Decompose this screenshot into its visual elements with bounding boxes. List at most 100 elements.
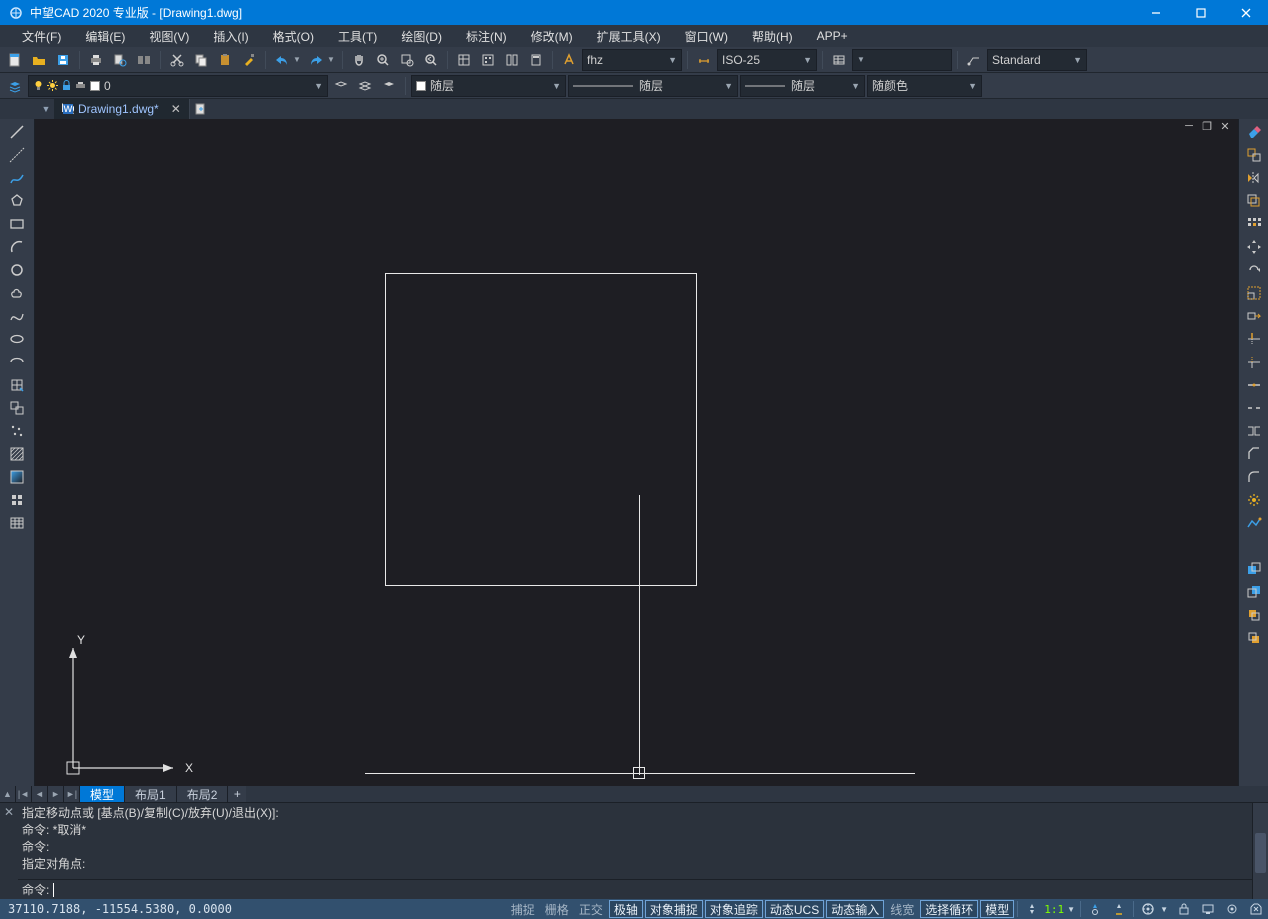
insert-block-tool[interactable]: [5, 374, 29, 396]
canvas-close-button[interactable]: ✕: [1218, 119, 1232, 133]
ellipse-tool[interactable]: [5, 328, 29, 350]
layout-tab-model[interactable]: 模型: [80, 786, 125, 802]
mirror-tool[interactable]: [1242, 167, 1266, 189]
isolate-objects-icon[interactable]: [1220, 900, 1244, 918]
print-preview-button[interactable]: [109, 49, 131, 71]
command-history[interactable]: 指定移动点或 [基点(B)/复制(C)/放弃(U)/退出(X)]: 命令: *取…: [18, 803, 1252, 879]
copy-tool[interactable]: [1242, 144, 1266, 166]
zoom-realtime-button[interactable]: [372, 49, 394, 71]
polygon-tool[interactable]: [5, 190, 29, 212]
layer-isolate-button[interactable]: [378, 75, 400, 97]
command-input[interactable]: 命令:: [18, 879, 1252, 899]
new-document-tab-button[interactable]: [190, 99, 212, 119]
extend-tool[interactable]: [1242, 351, 1266, 373]
zoom-previous-button[interactable]: [420, 49, 442, 71]
color-dropdown[interactable]: 随层▼: [411, 75, 566, 97]
document-tab-active[interactable]: dwg Drawing1.dwg* ✕: [54, 99, 190, 119]
status-toggle-线宽[interactable]: 线宽: [886, 900, 918, 918]
multileader-style-dropdown[interactable]: Standard▼: [987, 49, 1087, 71]
layer-manager-button[interactable]: [4, 75, 26, 97]
status-toggle-对象捕捉[interactable]: 对象捕捉: [645, 900, 703, 918]
new-file-button[interactable]: [4, 49, 26, 71]
save-button[interactable]: [52, 49, 74, 71]
table-style-dropdown[interactable]: ▼: [852, 49, 952, 71]
layout-nav-up-icon[interactable]: ▲: [0, 786, 16, 802]
status-toggle-动态UCS[interactable]: 动态UCS: [765, 900, 824, 918]
menu-tools[interactable]: 工具(T): [326, 26, 389, 47]
arc-tool[interactable]: [5, 236, 29, 258]
menu-appplus[interactable]: APP+: [805, 27, 860, 45]
offset-tool[interactable]: [1242, 190, 1266, 212]
region-tool[interactable]: [5, 489, 29, 511]
revision-cloud-tool[interactable]: [5, 282, 29, 304]
layout-nav-last-icon[interactable]: ►|: [64, 786, 80, 802]
layout-tab-layout2[interactable]: 布局2: [177, 786, 229, 802]
rectangle-tool[interactable]: [5, 213, 29, 235]
annotation-visibility-icon[interactable]: [1083, 900, 1107, 918]
hatch-tool[interactable]: [5, 443, 29, 465]
scrollbar-thumb[interactable]: [1255, 833, 1266, 873]
workspace-dropdown-arrow-icon[interactable]: ▼: [1160, 905, 1168, 914]
table-style-icon[interactable]: [828, 49, 850, 71]
menu-modify[interactable]: 修改(M): [519, 26, 585, 47]
rotate-tool[interactable]: [1242, 259, 1266, 281]
construction-line-tool[interactable]: [5, 144, 29, 166]
text-style-icon[interactable]: [558, 49, 580, 71]
coordinates-readout[interactable]: 37110.7188, -11554.5380, 0.0000: [0, 902, 240, 916]
array-tool[interactable]: [1242, 213, 1266, 235]
status-toggle-栅格[interactable]: 栅格: [541, 900, 573, 918]
draw-order-above-tool[interactable]: [1242, 604, 1266, 626]
tool-palettes-button[interactable]: [501, 49, 523, 71]
line-tool[interactable]: [5, 121, 29, 143]
status-toggle-选择循环[interactable]: 选择循环: [920, 900, 978, 918]
scale-tool[interactable]: [1242, 282, 1266, 304]
explode-tool[interactable]: [1242, 489, 1266, 511]
clean-screen-icon[interactable]: [1244, 900, 1268, 918]
status-toggle-捕捉[interactable]: 捕捉: [507, 900, 539, 918]
annotation-autoscale-icon[interactable]: [1107, 900, 1131, 918]
pan-button[interactable]: [348, 49, 370, 71]
doc-tab-marker-icon[interactable]: ▼: [40, 99, 52, 119]
fillet-tool[interactable]: [1242, 466, 1266, 488]
menu-file[interactable]: 文件(F): [10, 26, 73, 47]
layout-nav-prev-icon[interactable]: ◄: [32, 786, 48, 802]
canvas-minimize-button[interactable]: ─: [1182, 119, 1196, 133]
maximize-button[interactable]: [1178, 0, 1223, 25]
point-tool[interactable]: [5, 420, 29, 442]
layout-tab-layout1[interactable]: 布局1: [125, 786, 177, 802]
break-tool[interactable]: [1242, 397, 1266, 419]
layer-state-button[interactable]: [354, 75, 376, 97]
drawing-canvas[interactable]: X Y: [35, 133, 1238, 786]
calculator-button[interactable]: [525, 49, 547, 71]
dim-style-dropdown[interactable]: ISO-25▼: [717, 49, 817, 71]
menu-edit[interactable]: 编辑(E): [73, 26, 137, 47]
properties-button[interactable]: [453, 49, 475, 71]
menu-help[interactable]: 帮助(H): [740, 26, 805, 47]
paste-button[interactable]: [214, 49, 236, 71]
workspace-switch-icon[interactable]: [1136, 900, 1160, 918]
menu-view[interactable]: 视图(V): [137, 26, 201, 47]
status-toggle-正交[interactable]: 正交: [575, 900, 607, 918]
dim-style-icon[interactable]: [693, 49, 715, 71]
polyline-tool[interactable]: [5, 167, 29, 189]
layout-nav-next-icon[interactable]: ►: [48, 786, 64, 802]
annotation-scale-value[interactable]: 1:1: [1044, 903, 1064, 916]
ellipse-arc-tool[interactable]: [5, 351, 29, 373]
make-block-tool[interactable]: [5, 397, 29, 419]
lock-ui-icon[interactable]: [1172, 900, 1196, 918]
document-tab-close-icon[interactable]: ✕: [171, 102, 181, 116]
layout-nav-first-icon[interactable]: |◄: [16, 786, 32, 802]
canvas-restore-button[interactable]: ❐: [1200, 119, 1214, 133]
menu-draw[interactable]: 绘图(D): [389, 26, 454, 47]
menu-dimension[interactable]: 标注(N): [454, 26, 519, 47]
status-toggle-对象追踪[interactable]: 对象追踪: [705, 900, 763, 918]
plotstyle-dropdown[interactable]: 随颜色▼: [867, 75, 982, 97]
minimize-button[interactable]: [1133, 0, 1178, 25]
circle-tool[interactable]: [5, 259, 29, 281]
menu-window[interactable]: 窗口(W): [673, 26, 740, 47]
layer-dropdown[interactable]: 0 ▼: [28, 75, 328, 97]
print-button[interactable]: [85, 49, 107, 71]
status-toggle-极轴[interactable]: 极轴: [609, 900, 643, 918]
stretch-tool[interactable]: [1242, 305, 1266, 327]
menu-extensions[interactable]: 扩展工具(X): [585, 26, 673, 47]
